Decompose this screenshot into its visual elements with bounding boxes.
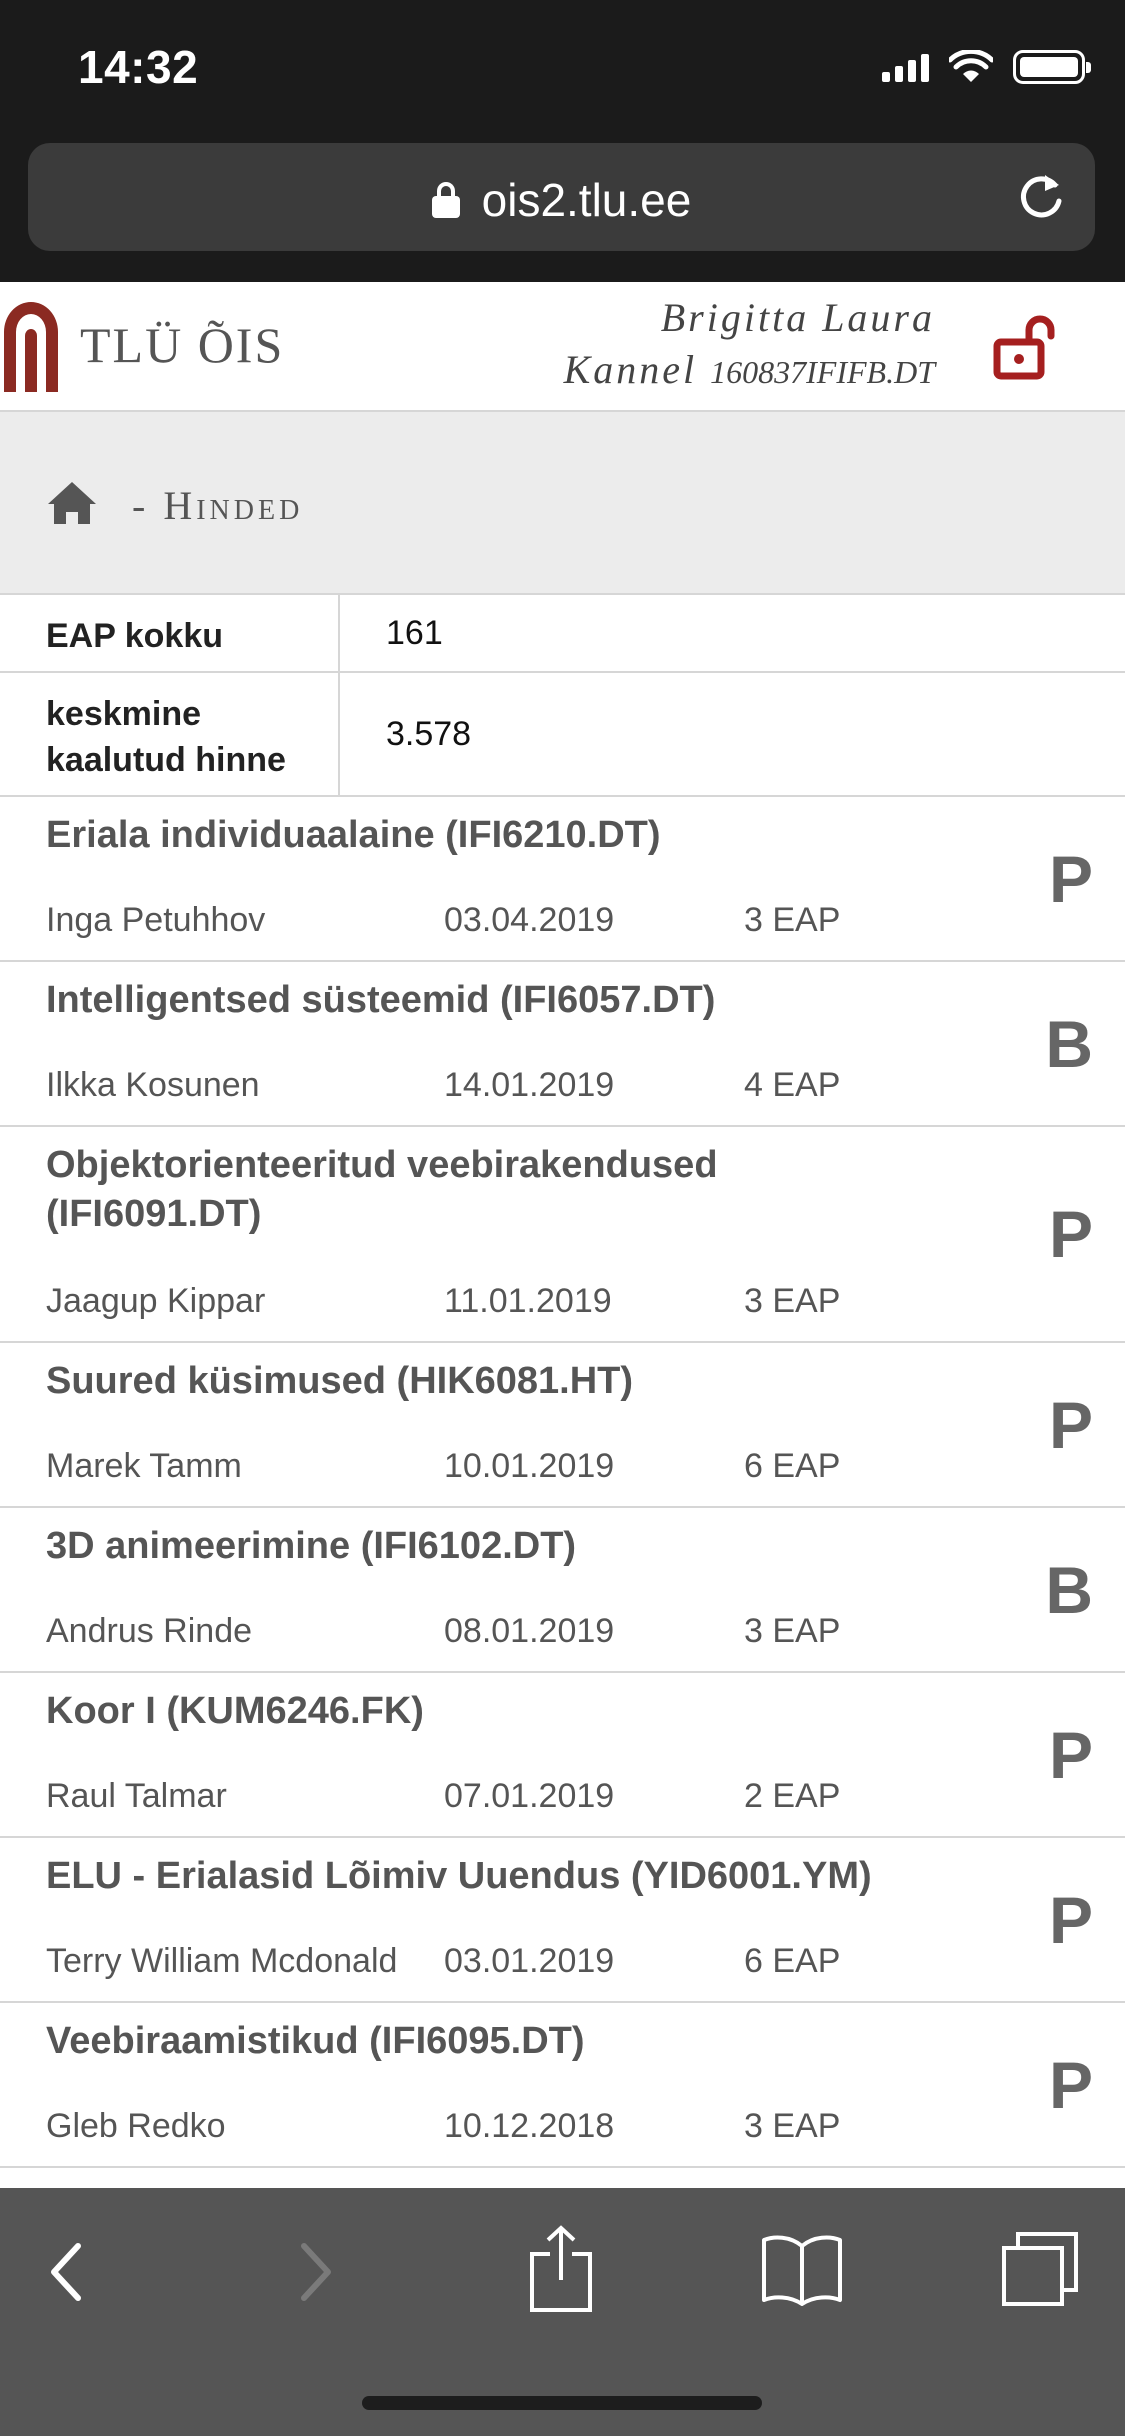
course-title: Intelligentsed süsteemid (IFI6057.DT) — [46, 979, 716, 1021]
breadcrumb-page: Hinded — [163, 483, 304, 528]
reload-icon[interactable] — [1015, 171, 1067, 223]
grade-row[interactable]: Koor I (KUM6246.FK) Raul Talmar 07.01.20… — [0, 1673, 1125, 1838]
site-header: TLÜ ÕIS Brigitta Laura Kannel 160837IFIF… — [0, 282, 1125, 412]
grade-value: P — [1048, 841, 1093, 916]
grade-date: 08.01.2019 — [444, 1612, 615, 1650]
course-title: Objektorienteeritud veebirakendused (IFI… — [46, 1144, 718, 1235]
forward-icon[interactable] — [294, 2240, 338, 2304]
course-eap: 3 EAP — [744, 1612, 841, 1650]
course-teacher: Gleb Redko — [46, 2107, 226, 2145]
grade-value: P — [1048, 1717, 1093, 1792]
grade-date: 10.01.2019 — [444, 1447, 615, 1485]
breadcrumb-separator: - — [132, 483, 150, 528]
grade-row[interactable]: Suured küsimused (HIK6081.HT) Marek Tamm… — [0, 1343, 1125, 1508]
weighted-average-value: 3.578 — [386, 714, 472, 753]
course-eap: 2 EAP — [744, 1777, 841, 1815]
grade-date: 03.04.2019 — [444, 901, 615, 939]
course-teacher: Ilkka Kosunen — [46, 1066, 260, 1104]
browser-chrome: 14:32 ois2.tlu.ee — [0, 0, 1125, 282]
tlu-logo-icon[interactable] — [0, 292, 62, 392]
user-last-name: Kannel — [563, 347, 698, 392]
bookmarks-icon[interactable] — [760, 2230, 844, 2306]
share-icon[interactable] — [528, 2224, 594, 2314]
url-bar[interactable]: ois2.tlu.ee — [28, 143, 1095, 251]
wifi-icon — [949, 50, 993, 82]
course-teacher: Marek Tamm — [46, 1447, 242, 1485]
grade-date: 07.01.2019 — [444, 1777, 615, 1815]
grade-date: 10.12.2018 — [444, 2107, 615, 2145]
summary-table: EAP kokku 161 keskmine kaalutud hinne 3.… — [0, 595, 1125, 797]
breadcrumb: - Hinded — [0, 412, 1125, 595]
grade-row[interactable]: Intelligentsed süsteemid (IFI6057.DT) Il… — [0, 962, 1125, 1127]
grade-date: 03.01.2019 — [444, 1942, 615, 1980]
grade-date: 11.01.2019 — [444, 1282, 612, 1320]
status-time: 14:32 — [78, 41, 199, 93]
course-eap: 6 EAP — [744, 1447, 841, 1485]
summary-row-eap: EAP kokku 161 — [0, 595, 1125, 673]
grade-row[interactable]: 3D animeerimine (IFI6102.DT) Andrus Rind… — [0, 1508, 1125, 1673]
home-icon[interactable] — [46, 480, 98, 526]
summary-row-average: keskmine kaalutud hinne 3.578 — [0, 673, 1125, 797]
grade-value: P — [1048, 1197, 1093, 1271]
grade-value: B — [1045, 1552, 1093, 1627]
logo-text[interactable]: TLÜ ÕIS — [80, 316, 284, 374]
course-title: Veebiraamistikud (IFI6095.DT) — [46, 2020, 585, 2062]
course-eap: 3 EAP — [744, 901, 841, 939]
course-teacher: Terry William Mcdonald — [46, 1942, 398, 1980]
user-name: Brigitta Laura Kannel 160837IFIFB.DT — [564, 292, 935, 398]
grade-value: B — [1045, 1006, 1093, 1081]
course-eap: 3 EAP — [744, 2107, 841, 2145]
grade-row[interactable]: ELU - Erialasid Lõimiv Uuendus (YID6001.… — [0, 1838, 1125, 2003]
course-title: Eriala individuaalaine (IFI6210.DT) — [46, 814, 661, 856]
battery-icon — [1013, 50, 1091, 84]
grades-list: Eriala individuaalaine (IFI6210.DT) Inga… — [0, 797, 1125, 2168]
eap-total-value: 161 — [386, 613, 443, 652]
course-teacher: Inga Petuhhov — [46, 901, 266, 939]
course-eap: 6 EAP — [744, 1942, 841, 1980]
grade-date: 14.01.2019 — [444, 1066, 615, 1104]
grade-value: P — [1048, 1387, 1093, 1462]
grade-row[interactable]: Eriala individuaalaine (IFI6210.DT) Inga… — [0, 797, 1125, 962]
logout-unlock-icon[interactable] — [993, 312, 1063, 382]
course-title: Koor I (KUM6246.FK) — [46, 1690, 424, 1732]
back-icon[interactable] — [44, 2240, 88, 2304]
course-teacher: Jaagup Kippar — [46, 1282, 266, 1320]
secure-lock-icon — [431, 182, 460, 218]
grade-value: P — [1048, 2047, 1093, 2122]
weighted-average-label: keskmine kaalutud hinne — [0, 673, 340, 795]
user-first-names: Brigitta Laura — [660, 295, 935, 340]
course-title: 3D animeerimine (IFI6102.DT) — [46, 1525, 577, 1567]
eap-total-label: EAP kokku — [0, 595, 340, 671]
course-teacher: Andrus Rinde — [46, 1612, 253, 1650]
course-title: Suured küsimused (HIK6081.HT) — [46, 1360, 634, 1402]
grade-row[interactable]: Veebiraamistikud (IFI6095.DT) Gleb Redko… — [0, 2003, 1125, 2168]
grade-value: P — [1048, 1882, 1093, 1957]
breadcrumb-current: - Hinded — [132, 482, 303, 529]
course-teacher: Raul Talmar — [46, 1777, 227, 1815]
url-text: ois2.tlu.ee — [481, 174, 692, 226]
course-title: ELU - Erialasid Lõimiv Uuendus (YID6001.… — [46, 1855, 872, 1897]
tabs-icon[interactable] — [1000, 2230, 1080, 2308]
home-indicator[interactable] — [362, 2396, 762, 2410]
course-eap: 4 EAP — [744, 1066, 841, 1104]
status-icons — [882, 50, 1091, 84]
user-student-code: 160837IFIFB.DT — [710, 354, 935, 390]
course-eap: 3 EAP — [744, 1282, 841, 1320]
cellular-signal-icon — [882, 52, 929, 82]
grade-row[interactable]: Objektorienteeritud veebirakendused (IFI… — [0, 1127, 1125, 1343]
